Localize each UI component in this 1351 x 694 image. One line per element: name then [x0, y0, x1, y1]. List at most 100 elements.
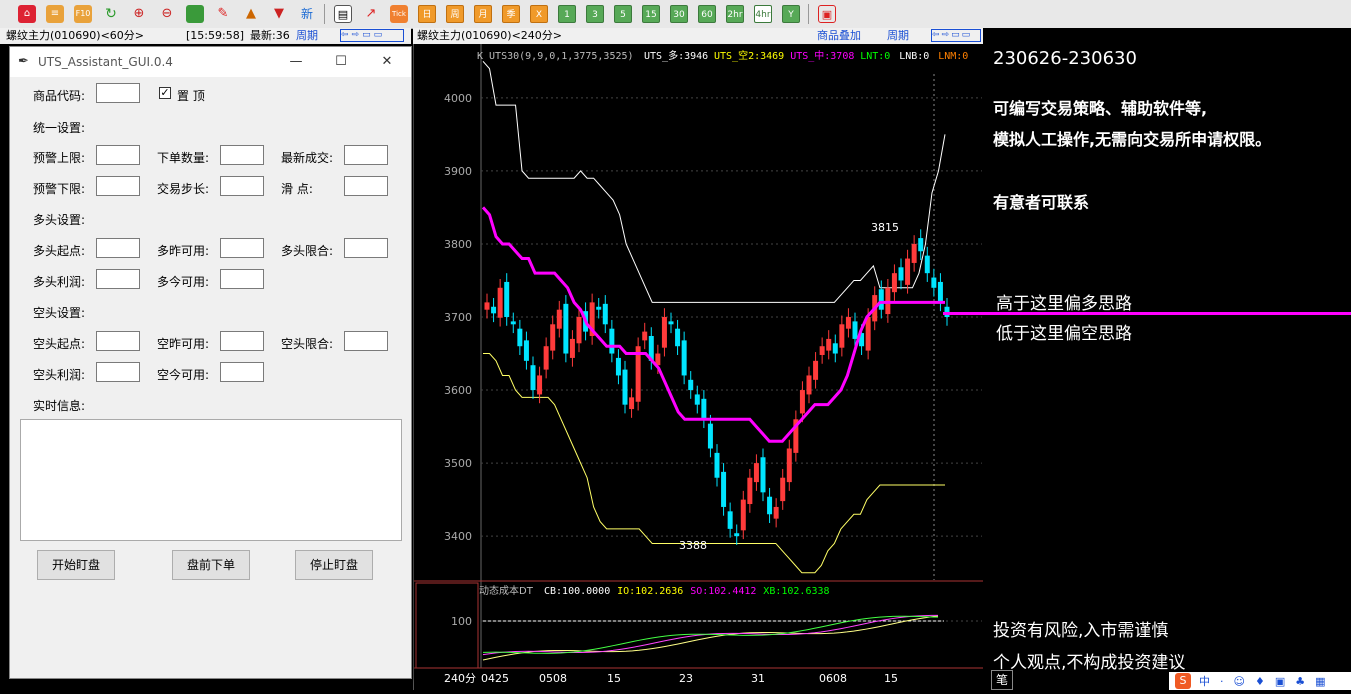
- x-tick-3: 23: [679, 672, 693, 685]
- legend-item-0: UTS_多:3946: [644, 49, 708, 62]
- warn-upper-input[interactable]: [96, 145, 140, 165]
- long-profit-input[interactable]: [96, 269, 140, 289]
- candle-body-69: [937, 281, 943, 303]
- long-today-label: 多今可用:: [157, 275, 210, 289]
- left-chart-latest: 最新:36: [250, 29, 290, 42]
- code-input[interactable]: [96, 83, 140, 103]
- home-icon[interactable]: ⌂: [18, 5, 36, 23]
- ime-tools-icons[interactable]: 中·☺♦▣♣▦: [1199, 673, 1335, 689]
- candle-body-60: [878, 289, 884, 310]
- short-profit-input[interactable]: [96, 362, 140, 382]
- left-nav-icons[interactable]: ⇦⇨▭▭: [340, 29, 404, 42]
- minimize-icon[interactable]: —: [286, 53, 306, 71]
- short-today-input[interactable]: [220, 362, 264, 382]
- stop-monitor-button[interactable]: 停止盯盘: [295, 550, 373, 580]
- candle-body-27: [661, 317, 667, 348]
- period-button-8[interactable]: 15: [642, 5, 660, 23]
- short-limit-input[interactable]: [344, 331, 388, 351]
- candle-body-37: [727, 511, 733, 529]
- warn-lower-input[interactable]: [96, 176, 140, 196]
- candle-body-53: [832, 343, 838, 354]
- y-tick-3: 3700: [444, 311, 472, 324]
- period-button-1[interactable]: 周: [446, 5, 464, 23]
- order-qty-input[interactable]: [220, 145, 264, 165]
- period-button-2[interactable]: 月: [474, 5, 492, 23]
- candle-body-48: [799, 390, 805, 414]
- chart-icon[interactable]: ↗: [362, 5, 380, 23]
- window-icon[interactable]: [186, 5, 204, 23]
- candle-body-12: [563, 303, 569, 354]
- left-chart-symbol: 螺纹主力(010690)<60分>: [6, 29, 145, 42]
- short-yday-input[interactable]: [220, 331, 264, 351]
- start-monitor-button[interactable]: 开始盯盘: [37, 550, 115, 580]
- period-button-11[interactable]: 2hr: [726, 5, 744, 23]
- y-tick-5: 3500: [444, 457, 472, 470]
- realtime-textarea[interactable]: [20, 419, 402, 541]
- tick-button[interactable]: Tick: [390, 5, 408, 23]
- long-limit-input[interactable]: [344, 238, 388, 258]
- info-panel: 230626-230630 可编写交易策略、辅助软件等, 模拟人工操作,无需向交…: [943, 28, 1351, 690]
- candle-body-55: [845, 317, 851, 329]
- legend-item-3: LNT:0: [860, 51, 890, 62]
- hat-icon[interactable]: ▲: [242, 5, 260, 23]
- refresh-icon[interactable]: ↻: [102, 5, 120, 23]
- last-trade-input[interactable]: [344, 145, 388, 165]
- main-chart[interactable]: K UTS30(9,9,0,1,3775,3525) UTS_多:3946 UTS_…: [413, 44, 984, 690]
- slippage-label: 滑 点:: [281, 182, 313, 196]
- candle-body-17: [596, 306, 602, 310]
- zoom-out-icon[interactable]: ⊖: [158, 5, 176, 23]
- period-button-4[interactable]: X: [530, 5, 548, 23]
- table-icon[interactable]: ▤: [334, 5, 352, 23]
- long-today-input[interactable]: [220, 269, 264, 289]
- step-input[interactable]: [220, 176, 264, 196]
- risk-warning: 投资有风险,入市需谨慎: [993, 621, 1169, 641]
- pen-icon[interactable]: ✎: [214, 5, 232, 23]
- candle-body-6: [523, 340, 529, 361]
- candle-body-41: [753, 463, 759, 483]
- long-yday-input[interactable]: [220, 238, 264, 258]
- short-start-input[interactable]: [96, 331, 140, 351]
- filter-icon[interactable]: ▼: [270, 5, 288, 23]
- legend-item-5: LNM:0: [938, 51, 968, 62]
- database-icon[interactable]: ≡: [46, 5, 64, 23]
- legend-item-2: UTS_中:3708: [790, 49, 854, 62]
- sub-indicator-label: 动态成本DT: [479, 584, 534, 597]
- ime-logo-icon[interactable]: S: [1175, 673, 1191, 689]
- candle-body-31: [688, 379, 694, 391]
- period-button-5[interactable]: 1: [558, 5, 576, 23]
- candle-body-21: [622, 369, 628, 405]
- period-button-12[interactable]: 4hr: [754, 5, 772, 23]
- period-button-10[interactable]: 60: [698, 5, 716, 23]
- period-button-7[interactable]: 5: [614, 5, 632, 23]
- period-button-9[interactable]: 30: [670, 5, 688, 23]
- last-trade-label: 最新成交:: [281, 151, 334, 165]
- preorder-button[interactable]: 盘前下单: [172, 550, 250, 580]
- period-link[interactable]: 周期: [887, 28, 909, 44]
- period-button-0[interactable]: 日: [418, 5, 436, 23]
- short-today-label: 空今可用:: [157, 368, 210, 382]
- chart-nav-icons[interactable]: ⇦⇨▭▭: [931, 29, 981, 42]
- maximize-icon[interactable]: ☐: [331, 53, 351, 71]
- close-icon[interactable]: ✕: [377, 53, 397, 71]
- f10-icon[interactable]: F10: [74, 5, 92, 23]
- slippage-input[interactable]: [344, 176, 388, 196]
- candle-body-5: [517, 328, 523, 347]
- top-checkbox[interactable]: ✓: [159, 87, 171, 99]
- overlay-link[interactable]: 商品叠加: [817, 28, 861, 44]
- period-button-13[interactable]: Y: [782, 5, 800, 23]
- toolbar-separator: [324, 4, 325, 24]
- candle-body-4: [510, 321, 516, 325]
- period-button-3[interactable]: 季: [502, 5, 520, 23]
- long-profit-label: 多头利润:: [33, 275, 86, 289]
- x-tick-5: 0608: [819, 672, 847, 685]
- candle-body-42: [760, 457, 766, 493]
- new-button[interactable]: 新: [298, 5, 316, 23]
- candlestick-chart[interactable]: K UTS30(9,9,0,1,3775,3525) UTS_多:3946 UTS_…: [414, 44, 984, 690]
- long-start-input[interactable]: [96, 238, 140, 258]
- left-period-link[interactable]: 周期: [296, 28, 318, 44]
- calendar-icon[interactable]: ▣: [818, 5, 836, 23]
- short-start-label: 空头起点:: [33, 337, 86, 351]
- period-button-6[interactable]: 3: [586, 5, 604, 23]
- candle-body-20: [615, 357, 621, 376]
- zoom-in-icon[interactable]: ⊕: [130, 5, 148, 23]
